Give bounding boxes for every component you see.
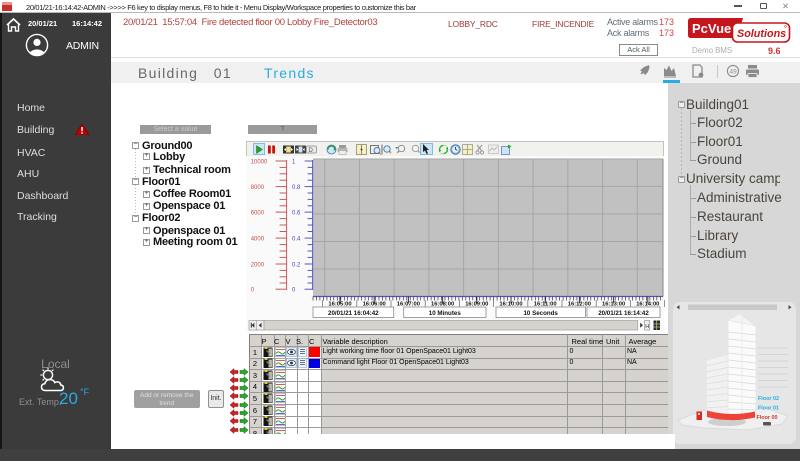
svg-text:4000: 4000 — [251, 237, 265, 243]
svg-text:Floor 02: Floor 02 — [758, 396, 779, 402]
svg-text:49: 49 — [730, 69, 738, 76]
svg-text:D: D — [309, 148, 314, 154]
svg-text:20/01/21 16:14:42: 20/01/21 16:14:42 — [598, 310, 649, 317]
svg-text:0.4: 0.4 — [292, 237, 301, 243]
svg-text:Solutions: Solutions — [737, 28, 786, 40]
svg-text:6000: 6000 — [251, 211, 265, 217]
svg-text:H: H — [645, 324, 649, 330]
svg-text:0.2: 0.2 — [292, 263, 301, 269]
svg-text:10 Minutes: 10 Minutes — [429, 310, 462, 317]
svg-text:PcVue: PcVue — [692, 21, 731, 36]
svg-text:20/01/21 16:04:42: 20/01/21 16:04:42 — [328, 310, 379, 317]
svg-text:0.8: 0.8 — [292, 185, 301, 191]
svg-text:0.6: 0.6 — [292, 211, 301, 217]
svg-text:Floor 01: Floor 01 — [758, 406, 779, 412]
svg-text:2000: 2000 — [251, 263, 265, 269]
svg-text:10000: 10000 — [251, 160, 268, 166]
svg-text:Floor 00: Floor 00 — [757, 415, 778, 421]
svg-text:10 Seconds: 10 Seconds — [523, 310, 558, 317]
svg-text:8000: 8000 — [251, 185, 265, 191]
